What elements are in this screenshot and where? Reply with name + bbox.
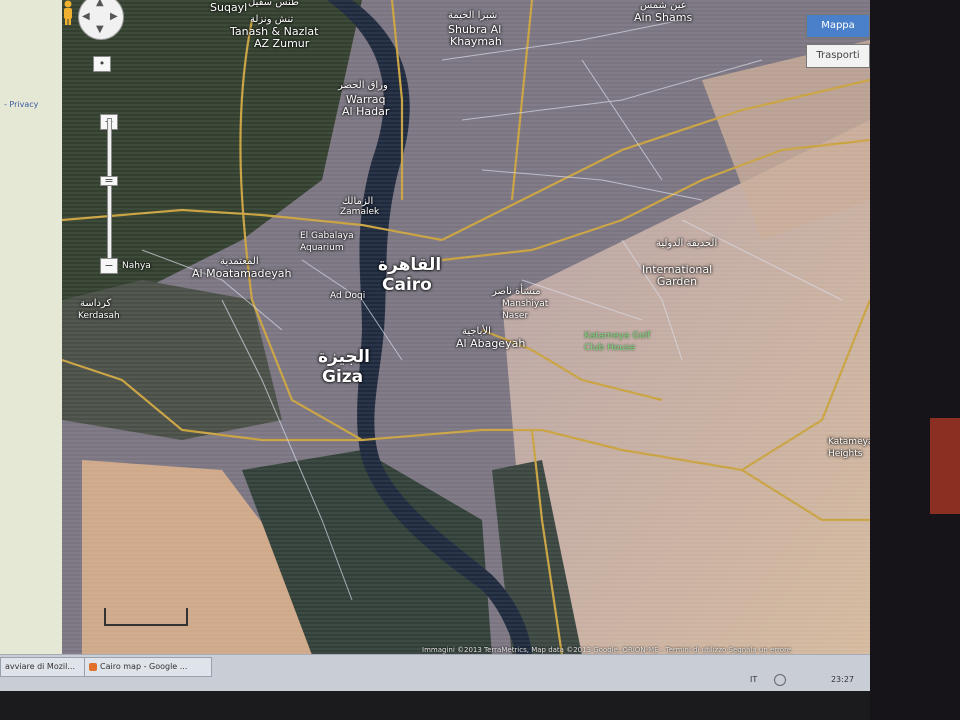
monitor-bezel	[870, 0, 960, 720]
place-label: AZ Zumur	[254, 37, 310, 50]
city-label-arabic: الجيزة	[318, 347, 371, 367]
place-label: Ad Doqi	[330, 291, 366, 301]
taskbar-item-label: Cairo map - Google ...	[100, 662, 188, 671]
place-label: Al Hadar	[342, 105, 390, 118]
privacy-link[interactable]: - Privacy	[4, 100, 38, 109]
system-tray: IT 23:27	[750, 673, 860, 689]
pan-down-icon[interactable]: ▼	[96, 24, 104, 35]
map-type-control: Mappa Trasporti	[806, 14, 870, 74]
taskbar: avviare di Mozil... Cairo map - Google .…	[0, 654, 870, 691]
place-label: Nahya	[122, 261, 151, 271]
satellite-map[interactable]: ▲ ◀ ▶ ▼ • + = − Mappa Trasporti طنس سقيل…	[62, 0, 870, 655]
place-label-arabic: طنس سقيل	[248, 0, 299, 8]
place-label: El Gabalaya Aquarium	[300, 231, 354, 253]
place-label: Manshiyat Naser	[502, 299, 549, 321]
taskbar-item-label: avviare di Mozil...	[5, 662, 75, 671]
place-label: Al Moatamadeyah	[192, 267, 292, 280]
clock[interactable]: 23:27	[831, 675, 854, 684]
place-label-arabic: وراق الحضر	[338, 80, 388, 91]
place-label: Khaymah	[450, 35, 502, 48]
screen: - Privacy ▲ ◀ ▶ ▼ • = − Mappa Trasporti …	[0, 0, 960, 720]
place-label: Suqayl	[210, 1, 248, 14]
place-label-golf: Katameya Golf Club House	[584, 331, 651, 353]
rotate-control[interactable]: •	[93, 56, 111, 72]
place-label: Zamalek	[340, 207, 380, 217]
pan-left-icon[interactable]: ◀	[82, 11, 90, 22]
zoom-slider-handle[interactable]: =	[100, 175, 118, 186]
taskbar-item[interactable]: avviare di Mozil...	[0, 657, 90, 677]
map-type-map-button[interactable]: Mappa	[806, 14, 870, 38]
firefox-icon	[89, 662, 97, 671]
city-label: Cairo	[382, 275, 432, 295]
network-icon[interactable]	[774, 674, 786, 686]
place-label: International Garden	[642, 263, 713, 288]
taskbar-item-active[interactable]: Cairo map - Google ...	[84, 657, 212, 677]
place-label: Katameya Heights	[828, 437, 870, 459]
place-label: Ain Shams	[634, 11, 693, 24]
city-label-arabic: القاهرة	[378, 255, 442, 275]
place-label-arabic: كرداسة	[80, 298, 112, 309]
pan-up-icon[interactable]: ▲	[96, 0, 104, 8]
zoom-slider-track[interactable]	[107, 118, 112, 270]
street-view-pegman-icon[interactable]	[62, 0, 74, 26]
pan-right-icon[interactable]: ▶	[110, 11, 118, 22]
place-label-arabic: الحديقة الدولية	[656, 238, 718, 249]
language-indicator[interactable]: IT	[750, 675, 757, 684]
place-label: Kerdasah	[78, 311, 120, 321]
map-type-transit-button[interactable]: Trasporti	[806, 44, 870, 68]
place-label: Al Abageyah	[456, 337, 526, 350]
map-scale-bar	[104, 608, 188, 626]
place-label-arabic: شبرا الخيمة	[448, 10, 498, 21]
place-label-arabic: منشأة ناصر	[492, 286, 541, 297]
zoom-out-button[interactable]: −	[100, 258, 118, 274]
city-label: Giza	[322, 367, 364, 387]
map-copyright: Immagini ©2013 TerraMetrics, Map data ©2…	[422, 646, 792, 654]
background-object	[930, 418, 960, 514]
